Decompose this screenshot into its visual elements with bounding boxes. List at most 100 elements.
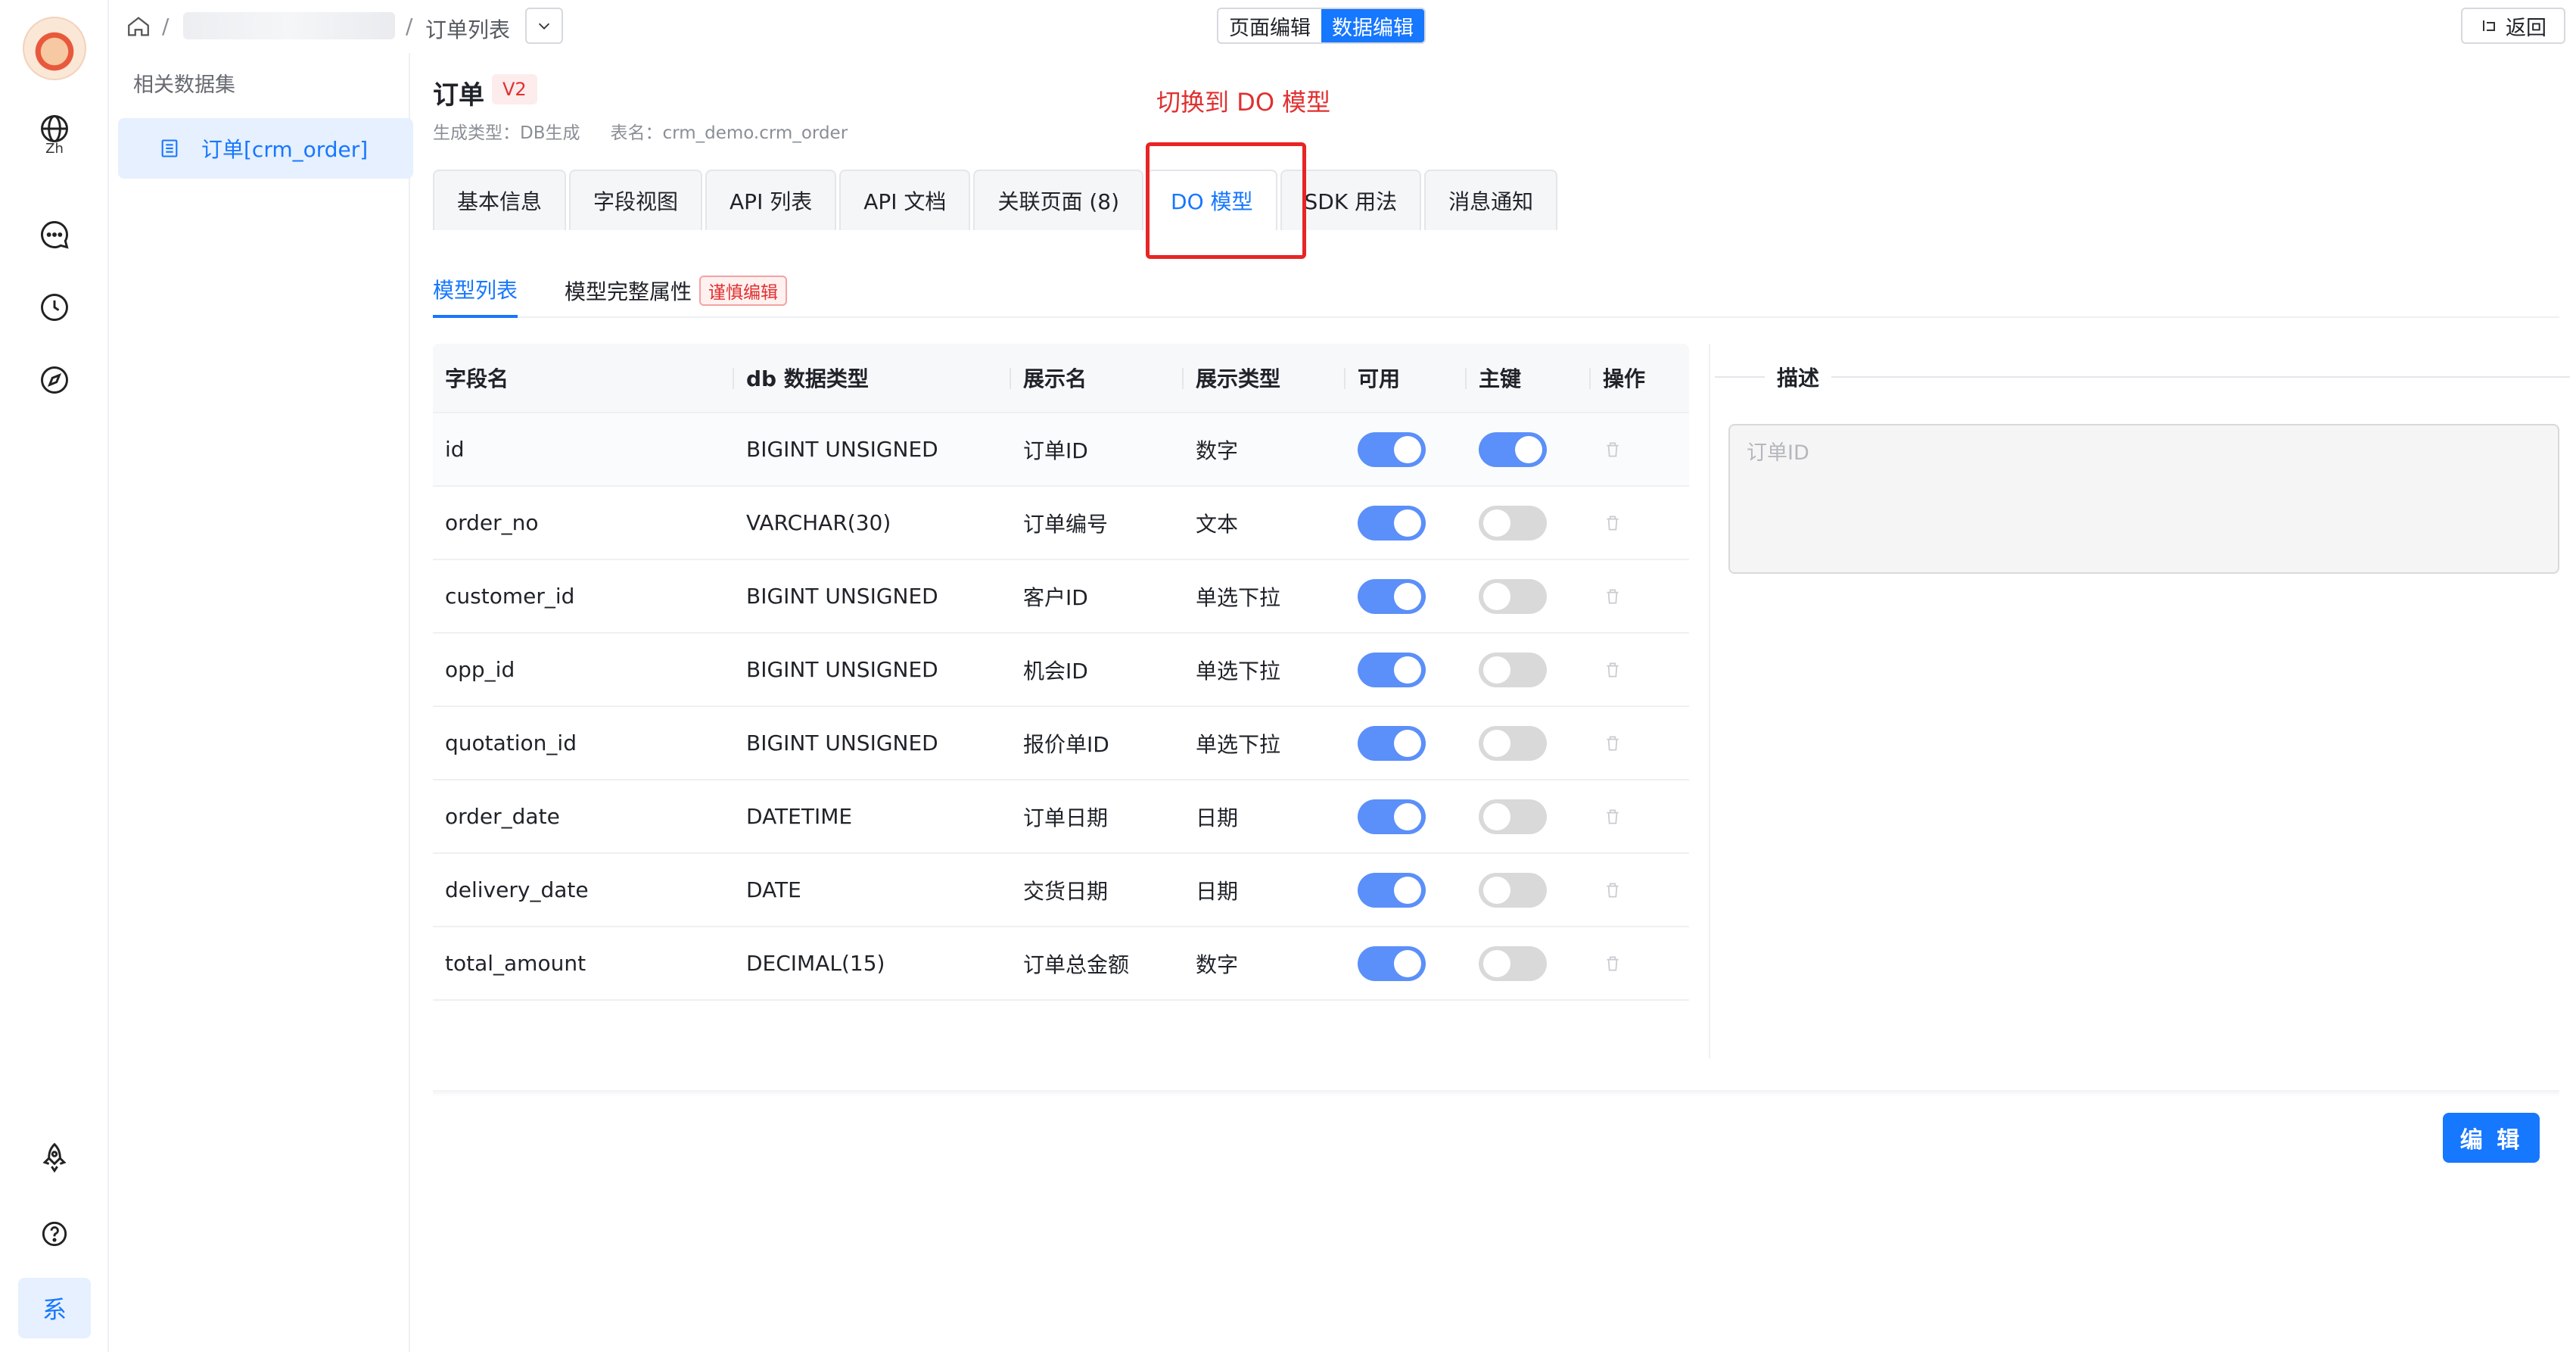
enabled-cell bbox=[1346, 634, 1467, 706]
toggle-knob bbox=[1483, 949, 1510, 977]
clock-icon[interactable] bbox=[33, 286, 76, 329]
tab-api-docs[interactable]: API 文档 bbox=[839, 170, 971, 230]
subtab-full-properties[interactable]: 模型完整属性 谨慎编辑 bbox=[565, 263, 788, 318]
primary-key-toggle[interactable] bbox=[1479, 505, 1547, 540]
sub-tabs: 模型列表 模型完整属性 谨慎编辑 bbox=[433, 263, 2559, 318]
field-name-cell: delivery_date bbox=[445, 877, 589, 902]
dataset-item-label: 订单[crm_order] bbox=[201, 137, 369, 162]
dataset-panel: 相关数据集 订单[crm_order] bbox=[110, 53, 413, 1352]
toggle-knob bbox=[1394, 435, 1421, 463]
table-row[interactable]: order_date DATETIME 订单日期 日期 bbox=[433, 780, 1689, 854]
display-type-cell: 单选下拉 bbox=[1196, 658, 1281, 684]
toggle-knob bbox=[1483, 509, 1510, 537]
toggle-knob bbox=[1394, 582, 1421, 610]
trash-icon[interactable] bbox=[1603, 880, 1622, 900]
enabled-toggle[interactable] bbox=[1358, 431, 1426, 467]
enabled-toggle[interactable] bbox=[1358, 725, 1426, 761]
table-header: 字段名 db 数据类型 展示名 展示类型 可用 主键 操作 bbox=[433, 344, 1689, 413]
table-row[interactable]: total_amount DECIMAL(15) 订单总金额 数字 bbox=[433, 927, 1689, 1001]
table-row[interactable]: opp_id BIGINT UNSIGNED 机会ID 单选下拉 bbox=[433, 634, 1689, 707]
tab-related-pages[interactable]: 关联页面 (8) bbox=[973, 170, 1144, 230]
table-row[interactable]: id BIGINT UNSIGNED 订单ID 数字 bbox=[433, 413, 1689, 487]
avatar[interactable] bbox=[23, 17, 86, 80]
breadcrumb-dropdown[interactable] bbox=[525, 8, 563, 44]
display-name-cell: 订单编号 bbox=[1023, 511, 1109, 537]
home-icon[interactable] bbox=[126, 14, 151, 39]
display-type-cell: 日期 bbox=[1196, 878, 1239, 904]
primary-key-toggle[interactable] bbox=[1479, 578, 1547, 614]
description-textarea[interactable]: 订单ID bbox=[1728, 424, 2559, 574]
rocket-icon[interactable] bbox=[33, 1137, 76, 1179]
page-edit-button[interactable]: 页面编辑 bbox=[1218, 9, 1321, 42]
enabled-toggle[interactable] bbox=[1358, 799, 1426, 834]
dataset-item-crm-order[interactable]: 订单[crm_order] bbox=[118, 118, 413, 179]
table-row[interactable]: delivery_date DATE 交货日期 日期 bbox=[433, 854, 1689, 927]
toggle-knob bbox=[1515, 435, 1542, 463]
enabled-toggle[interactable] bbox=[1358, 652, 1426, 687]
actions-cell bbox=[1591, 780, 1689, 852]
trash-icon[interactable] bbox=[1603, 513, 1622, 533]
language-label[interactable]: Zh bbox=[0, 141, 109, 157]
column-header: 主键 bbox=[1467, 344, 1591, 412]
tab-field-view[interactable]: 字段视图 bbox=[569, 170, 703, 230]
db-type-cell: DATETIME bbox=[746, 804, 853, 829]
enabled-cell bbox=[1346, 707, 1467, 779]
trash-icon[interactable] bbox=[1603, 807, 1622, 827]
display-name-cell: 订单ID bbox=[1023, 438, 1088, 463]
enabled-toggle[interactable] bbox=[1358, 578, 1426, 614]
display-name-cell: 机会ID bbox=[1023, 658, 1088, 684]
trash-icon[interactable] bbox=[1603, 587, 1622, 606]
primary-key-cell bbox=[1467, 634, 1591, 706]
enabled-toggle[interactable] bbox=[1358, 505, 1426, 540]
toggle-knob bbox=[1394, 509, 1421, 537]
icon-rail: Zh 系 bbox=[0, 0, 109, 1352]
back-button[interactable]: 返回 bbox=[2461, 8, 2565, 44]
tab-api-list[interactable]: API 列表 bbox=[705, 170, 837, 230]
db-type-cell: BIGINT UNSIGNED bbox=[746, 437, 938, 462]
display-name-cell: 客户ID bbox=[1023, 584, 1088, 610]
meta-info: 生成类型：DB生成 表名：crm_demo.crm_order bbox=[433, 118, 848, 144]
toggle-knob bbox=[1394, 656, 1421, 684]
display-name-cell: 订单日期 bbox=[1023, 805, 1109, 830]
primary-key-toggle[interactable] bbox=[1479, 431, 1547, 467]
edit-button[interactable]: 编 辑 bbox=[2443, 1113, 2540, 1163]
enabled-cell bbox=[1346, 413, 1467, 485]
field-table: 字段名 db 数据类型 展示名 展示类型 可用 主键 操作 id BIGINT U… bbox=[433, 344, 1689, 1001]
system-button[interactable]: 系 bbox=[18, 1278, 91, 1338]
compass-icon[interactable] bbox=[33, 359, 76, 401]
table-row[interactable]: quotation_id BIGINT UNSIGNED 报价单ID 单选下拉 bbox=[433, 707, 1689, 780]
db-type-cell: BIGINT UNSIGNED bbox=[746, 657, 938, 682]
caution-tag: 谨慎编辑 bbox=[699, 276, 788, 306]
table-row[interactable]: customer_id BIGINT UNSIGNED 客户ID 单选下拉 bbox=[433, 560, 1689, 634]
db-type-cell: VARCHAR(30) bbox=[746, 510, 891, 535]
primary-key-toggle[interactable] bbox=[1479, 725, 1547, 761]
display-name-cell: 报价单ID bbox=[1023, 731, 1109, 757]
enabled-toggle[interactable] bbox=[1358, 872, 1426, 908]
primary-key-cell bbox=[1467, 560, 1591, 632]
chevron-down-icon bbox=[538, 23, 550, 30]
trash-icon[interactable] bbox=[1603, 734, 1622, 753]
primary-key-toggle[interactable] bbox=[1479, 652, 1547, 687]
primary-key-toggle[interactable] bbox=[1479, 872, 1547, 908]
enabled-toggle[interactable] bbox=[1358, 945, 1426, 981]
trash-icon[interactable] bbox=[1603, 440, 1622, 459]
chat-icon[interactable] bbox=[33, 213, 76, 256]
toggle-knob bbox=[1394, 949, 1421, 977]
tab-basic-info[interactable]: 基本信息 bbox=[433, 170, 567, 230]
trash-icon[interactable] bbox=[1603, 954, 1622, 974]
primary-key-toggle[interactable] bbox=[1479, 799, 1547, 834]
table-row[interactable]: order_no VARCHAR(30) 订单编号 文本 bbox=[433, 487, 1689, 560]
tab-sdk-usage[interactable]: SDK 用法 bbox=[1280, 170, 1422, 230]
field-name-cell: opp_id bbox=[445, 657, 515, 682]
tab-do-model[interactable]: DO 模型 bbox=[1146, 170, 1277, 230]
help-icon[interactable] bbox=[33, 1213, 76, 1255]
data-edit-button[interactable]: 数据编辑 bbox=[1321, 9, 1424, 42]
primary-key-cell bbox=[1467, 707, 1591, 779]
subtab-model-list[interactable]: 模型列表 bbox=[433, 263, 518, 318]
main-content: 订单 V2 生成类型：DB生成 表名：crm_demo.crm_order 切换到… bbox=[412, 53, 2576, 1352]
tab-notifications[interactable]: 消息通知 bbox=[1424, 170, 1558, 230]
trash-icon[interactable] bbox=[1603, 660, 1622, 680]
breadcrumb-separator: / bbox=[406, 14, 413, 39]
primary-key-toggle[interactable] bbox=[1479, 945, 1547, 981]
display-type-cell: 数字 bbox=[1196, 952, 1239, 977]
